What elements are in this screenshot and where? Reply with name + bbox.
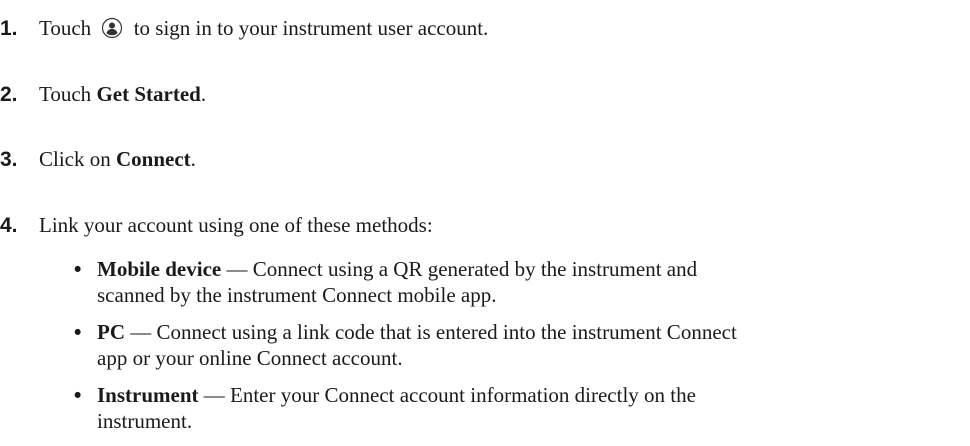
method-description: — Enter your Connect account information… [198, 383, 696, 407]
user-account-icon [101, 17, 123, 39]
method-title: Mobile device [97, 257, 222, 281]
instruction-document: 1. Touch to sign in to your instrument u… [0, 0, 970, 445]
get-started-label: Get Started [96, 82, 201, 106]
method-title: PC [97, 320, 125, 344]
method-description-cont: scanned by the instrument Connect mobile… [97, 282, 497, 307]
method-description-cont: instrument. [97, 408, 193, 433]
step-2: 2. Touch Get Started. [0, 80, 206, 109]
bullet-dot: • [74, 384, 82, 407]
step-text-after: . [200, 82, 207, 106]
step-text-after: . [190, 147, 196, 171]
method-mobile-device: • Mobile device — Connect using a QR gen… [74, 257, 964, 308]
bullet-dot: • [74, 258, 82, 281]
step-text-before: Touch [39, 82, 97, 106]
step-text-before: Click on [39, 147, 116, 171]
step-1: 1. Touch to sign in to your instrument u… [0, 14, 488, 43]
method-description: — Connect using a QR generated by the in… [221, 257, 698, 281]
bullet-dot: • [74, 321, 82, 344]
step-number: 2. [0, 83, 18, 106]
method-title: Instrument [97, 383, 199, 407]
connect-label: Connect [116, 147, 191, 171]
method-pc: • PC — Connect using a link code that is… [74, 320, 964, 371]
method-description-cont: app or your online Connect account. [97, 345, 403, 370]
step-4: 4. Link your account using one of these … [0, 211, 433, 240]
method-instrument: • Instrument — Enter your Connect accoun… [74, 383, 964, 434]
method-description: — Connect using a link code that is ente… [125, 320, 737, 344]
step-number: 1. [0, 17, 18, 40]
step-number: 4. [0, 214, 18, 237]
step-text-before: Touch [39, 16, 92, 40]
step-3: 3. Click on Connect. [0, 145, 196, 174]
step-number: 3. [0, 148, 18, 171]
step-text-after: to sign in to your instrument user accou… [133, 16, 489, 40]
step-text: Link your account using one of these met… [39, 213, 433, 237]
method-list: • Mobile device — Connect using a QR gen… [74, 257, 964, 446]
